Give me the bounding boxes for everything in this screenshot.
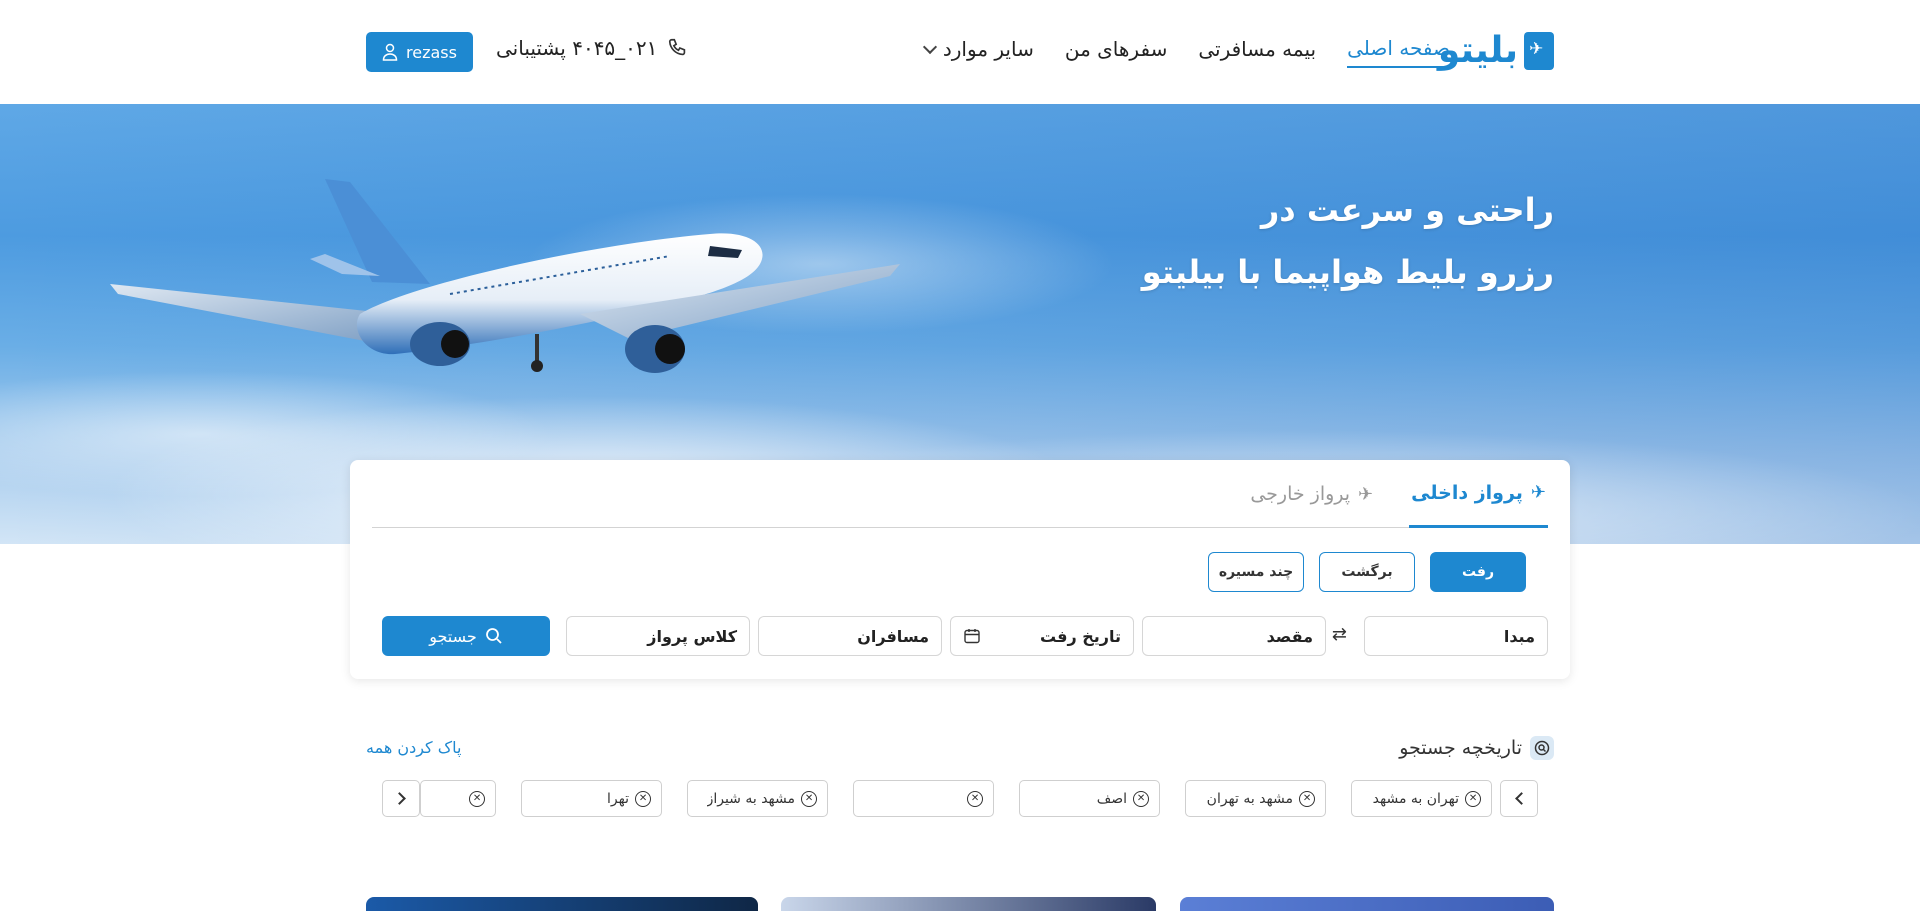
- search-history-chips: ✕ تهران به مشهد ✕ مشهد به تهران ✕ اصف ✕ …: [382, 780, 1538, 818]
- close-icon[interactable]: ✕: [469, 790, 485, 807]
- chevron-down-icon: [922, 39, 937, 54]
- search-button[interactable]: جستجو: [382, 616, 550, 656]
- one-way-button[interactable]: رفت: [1430, 552, 1526, 592]
- hero-title-line-2: رزرو بلیط هواپیما با بیلیتو: [1141, 253, 1554, 291]
- search-tabs: ✈ پرواز داخلی ✈ پرواز خارجی: [372, 460, 1548, 528]
- promo-card[interactable]: [781, 897, 1156, 911]
- search-fields: مبدا ⇄ مقصد تاریخ رفت مسافران کلاس پرواز…: [372, 616, 1548, 656]
- promo-card[interactable]: [1180, 897, 1554, 911]
- passengers-field-label: مسافران: [857, 626, 929, 646]
- search-history-title: تاریخچه جستجو: [1399, 737, 1522, 759]
- tab-international-flight[interactable]: ✈ پرواز خارجی: [1248, 460, 1375, 528]
- chevron-left-icon: [1514, 792, 1528, 805]
- history-prev-button[interactable]: [382, 780, 420, 817]
- promo-card[interactable]: [366, 897, 758, 911]
- history-next-button[interactable]: [1500, 780, 1538, 817]
- flight-class-label: کلاس پرواز: [647, 626, 737, 646]
- history-chip[interactable]: ✕ مشهد به تهران: [1185, 780, 1326, 817]
- phone-icon: [669, 38, 686, 56]
- history-chip-text: تهران به مشهد: [1372, 790, 1459, 807]
- flight-class-field[interactable]: کلاس پرواز: [566, 616, 750, 656]
- history-chip[interactable]: ✕: [853, 780, 994, 817]
- history-chip[interactable]: ✕ تهران به مشهد: [1351, 780, 1492, 817]
- round-trip-button[interactable]: برگشت: [1319, 552, 1415, 592]
- flight-search-card: ✈ پرواز داخلی ✈ پرواز خارجی رفت برگشت چن…: [350, 460, 1570, 679]
- close-icon[interactable]: ✕: [1465, 790, 1481, 807]
- destination-field[interactable]: مقصد: [1142, 616, 1326, 656]
- departure-date-label: تاریخ رفت: [1040, 626, 1121, 646]
- history-chip-text: مشهد به تهران: [1206, 790, 1293, 807]
- close-icon[interactable]: ✕: [801, 790, 817, 807]
- logo[interactable]: بلیتو: [1438, 30, 1554, 72]
- history-chip[interactable]: ✕: [420, 780, 496, 817]
- nav-item-my-trips[interactable]: سفرهای من: [1065, 37, 1168, 67]
- close-icon[interactable]: ✕: [1299, 790, 1315, 807]
- swap-icon[interactable]: ⇄: [1332, 624, 1347, 645]
- airplane-icon: ✈: [1358, 483, 1374, 505]
- support-phone[interactable]: ۰۲۱_۴۰۴۵ پشتیبانی: [496, 36, 689, 60]
- destination-field-label: مقصد: [1266, 626, 1313, 646]
- search-icon: [485, 628, 502, 644]
- origin-field-label: مبدا: [1503, 626, 1535, 646]
- header: بلیتو صفحه اصلی بیمه مسافرتی سفرهای من س…: [0, 0, 1920, 104]
- hero-title-line-1: راحتی و سرعت در: [1260, 191, 1554, 229]
- main-nav: صفحه اصلی بیمه مسافرتی سفرهای من سایر مو…: [922, 36, 1450, 68]
- clear-all-history-link[interactable]: پاک کردن همه: [366, 738, 461, 757]
- history-chip[interactable]: ✕ تهرا: [521, 780, 662, 817]
- origin-field[interactable]: مبدا: [1364, 616, 1548, 656]
- close-icon[interactable]: ✕: [1133, 790, 1149, 807]
- departure-date-field[interactable]: تاریخ رفت: [950, 616, 1134, 656]
- history-chip-text: اصف: [1096, 790, 1127, 807]
- history-search-icon: [1530, 736, 1554, 760]
- logo-plane-icon: [1524, 32, 1554, 70]
- hero-title: راحتی و سرعت در رزرو بلیط هواپیما با بیل…: [1142, 179, 1554, 303]
- chevron-right-icon: [392, 792, 406, 805]
- search-button-label: جستجو: [429, 626, 477, 646]
- nav-item-more[interactable]: سایر موارد: [922, 37, 1034, 67]
- trip-type-selector: رفت برگشت چند مسیره: [1208, 552, 1526, 592]
- airplane-image: [110, 179, 900, 373]
- multi-city-button[interactable]: چند مسیره: [1208, 552, 1304, 592]
- nav-item-travel-insurance[interactable]: بیمه مسافرتی: [1198, 37, 1316, 67]
- support-text: ۰۲۱_۴۰۴۵ پشتیبانی: [496, 36, 658, 60]
- user-icon: [382, 43, 398, 61]
- history-chip-text: تهرا: [607, 790, 629, 807]
- tab-domestic-flight[interactable]: ✈ پرواز داخلی: [1409, 460, 1548, 528]
- nav-item-more-label: سایر موارد: [942, 37, 1034, 61]
- user-name: rezass: [406, 42, 457, 62]
- search-history-heading: تاریخچه جستجو: [1399, 736, 1554, 760]
- page: بلیتو صفحه اصلی بیمه مسافرتی سفرهای من س…: [0, 0, 1920, 911]
- tab-international-label: پرواز خارجی: [1250, 483, 1351, 505]
- nav-item-home[interactable]: صفحه اصلی: [1347, 36, 1450, 68]
- close-icon[interactable]: ✕: [635, 790, 651, 807]
- calendar-icon: [964, 629, 980, 644]
- history-chip[interactable]: ✕ اصف: [1019, 780, 1160, 817]
- passengers-field[interactable]: مسافران: [758, 616, 942, 656]
- tab-domestic-label: پرواز داخلی: [1411, 481, 1523, 504]
- user-account-button[interactable]: rezass: [366, 32, 473, 72]
- close-icon[interactable]: ✕: [967, 790, 983, 807]
- airplane-icon: ✈: [1530, 482, 1546, 503]
- history-chip-text: مشهد به شیراز: [706, 790, 795, 807]
- history-chip[interactable]: ✕ مشهد به شیراز: [687, 780, 828, 817]
